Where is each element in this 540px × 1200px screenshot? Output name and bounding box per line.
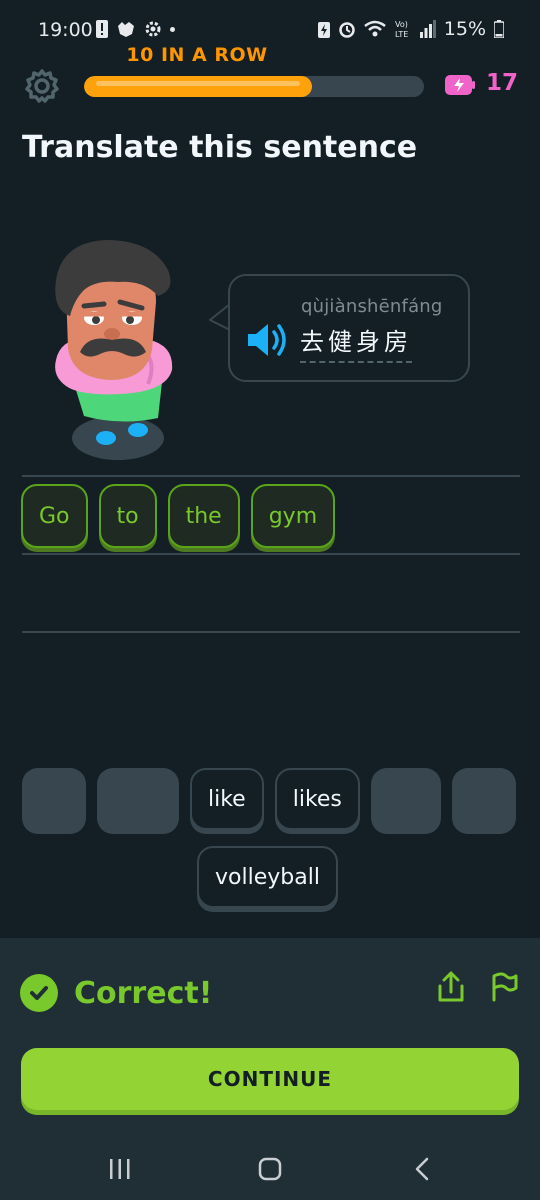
- volte-icon: Vo)LTE: [395, 20, 408, 39]
- word-bank-row-2: volleyball: [197, 846, 338, 908]
- battery-saver-icon: [317, 22, 330, 38]
- answer-word-chip[interactable]: to: [98, 484, 157, 548]
- answer-line: [22, 631, 520, 633]
- word-bank-empty-slot: [451, 768, 516, 834]
- recents-icon[interactable]: [108, 1158, 132, 1180]
- word-bank-row-1: like likes: [22, 768, 516, 834]
- answer-line: [22, 553, 520, 555]
- battery-percent: 15%: [443, 18, 486, 40]
- lesson-progress-shine: [96, 81, 300, 86]
- word-bank-empty-slot: [370, 768, 441, 834]
- checkmark-icon: [30, 986, 48, 1000]
- lesson-progress-fill: [84, 76, 312, 97]
- answer-line: [22, 475, 520, 477]
- continue-button[interactable]: CONTINUE: [21, 1048, 519, 1110]
- wifi-icon: [363, 20, 386, 37]
- word-bank-chip[interactable]: like: [190, 768, 264, 830]
- word-bank-empty-slot: [97, 768, 179, 834]
- word-bank-chip[interactable]: likes: [274, 768, 360, 830]
- back-icon[interactable]: [413, 1157, 431, 1181]
- battery-icon: [494, 20, 504, 38]
- source-sentence[interactable]: 去健身房: [300, 322, 412, 363]
- lesson-progress-bar: [84, 76, 424, 97]
- exercise-instruction: Translate this sentence: [22, 130, 418, 165]
- speaker-icon[interactable]: [244, 320, 288, 360]
- word-bank-chip[interactable]: volleyball: [197, 846, 338, 908]
- alert-icon: [96, 20, 108, 38]
- settings-icon: [145, 21, 161, 37]
- answer-word-chip[interactable]: the: [167, 484, 240, 548]
- signal-icon: [419, 20, 436, 38]
- pet-icon: [118, 22, 134, 37]
- answer-area: Go to the gym: [21, 484, 336, 548]
- status-left-icons: [96, 20, 175, 38]
- svg-text:LTE: LTE: [395, 30, 408, 39]
- character-illustration: [55, 240, 173, 460]
- svg-text:Vo): Vo): [395, 20, 408, 29]
- check-circle-icon: [20, 974, 58, 1012]
- answer-word-chip[interactable]: Go: [21, 484, 88, 548]
- energy-battery-icon[interactable]: [444, 73, 476, 97]
- pinyin-text: qùjiànshēnfáng: [301, 296, 443, 317]
- report-flag-icon[interactable]: [488, 970, 518, 1002]
- word-bank-empty-slot: [22, 768, 86, 834]
- dot-icon: [170, 26, 175, 32]
- energy-count: 17: [486, 70, 519, 96]
- alarm-icon: [339, 22, 355, 38]
- share-icon[interactable]: [436, 970, 466, 1004]
- answer-word-chip[interactable]: gym: [250, 484, 336, 548]
- status-time: 19:00: [38, 19, 93, 41]
- status-right-icons: Vo) LTE 15%: [317, 18, 504, 40]
- home-icon[interactable]: [258, 1157, 282, 1181]
- result-message: Correct!: [74, 976, 213, 1011]
- gear-icon[interactable]: [24, 68, 60, 104]
- streak-label: 10 IN A ROW: [126, 44, 268, 66]
